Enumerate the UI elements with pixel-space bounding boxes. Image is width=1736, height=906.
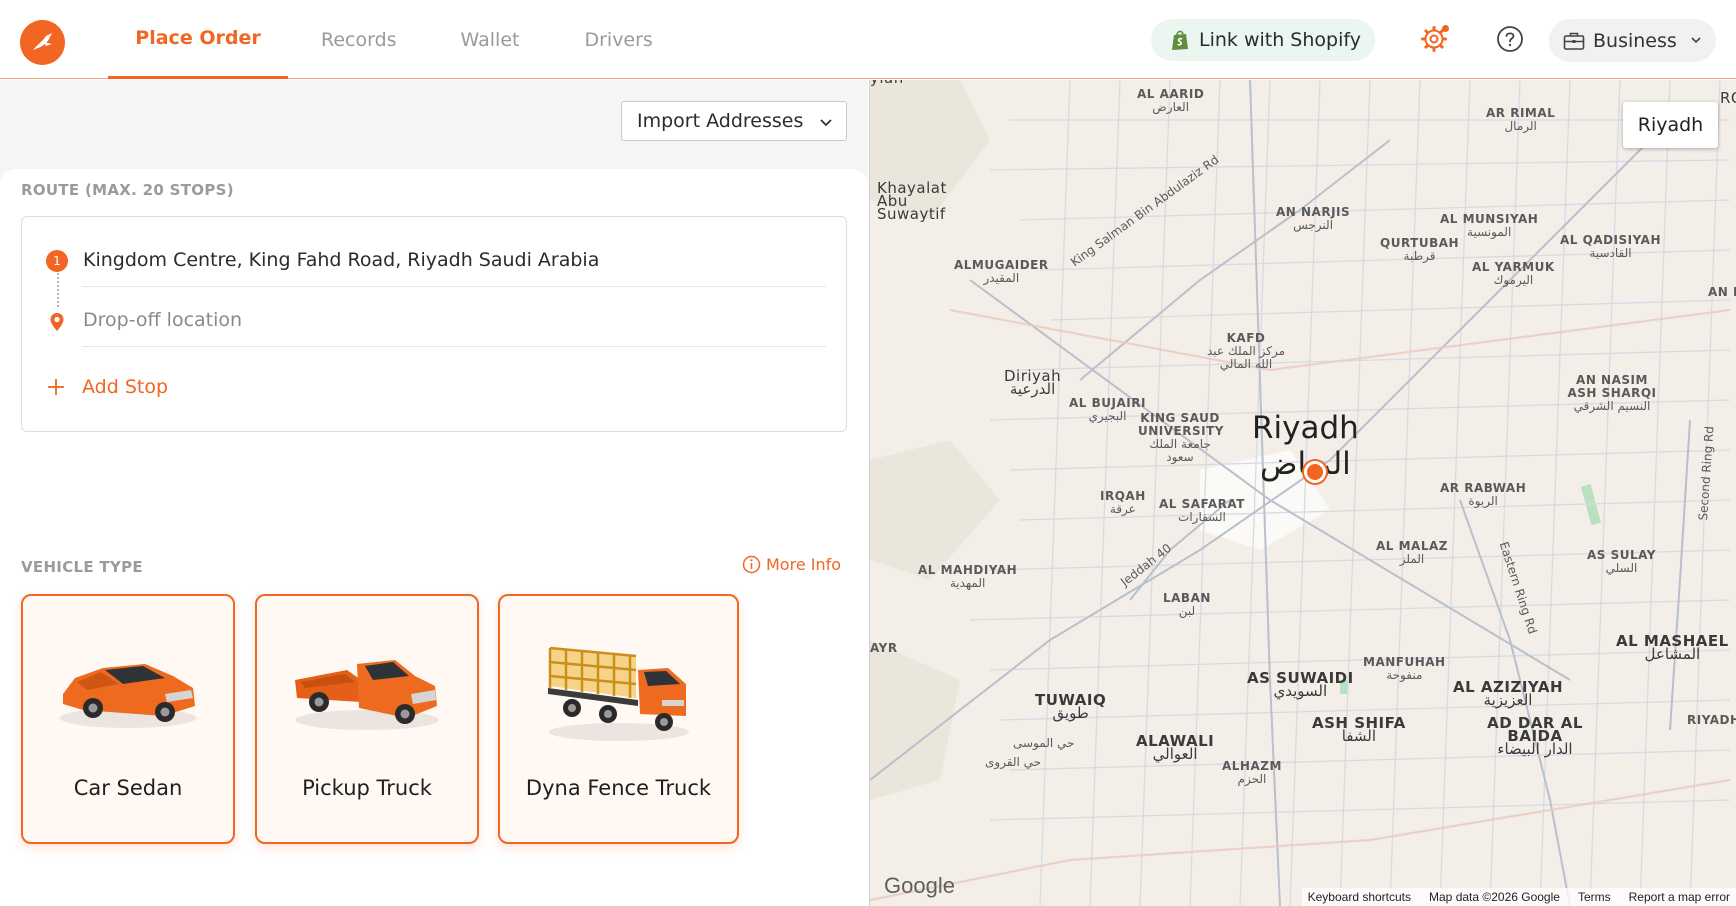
keyboard-shortcuts-link[interactable]: Keyboard shortcuts [1308,890,1411,904]
top-bar: Place Order Records Wallet Drivers Link … [0,0,1736,79]
map-label: AR RIMAL الرمال [1486,106,1556,133]
map-label: ALMUGAIDER المقيدر [954,258,1049,285]
pickup-location-marker[interactable] [1304,461,1326,483]
shopify-bag-icon [1172,30,1188,50]
dyna-fence-truck-image [500,636,737,746]
vehicle-card-car-sedan[interactable]: Car Sedan [21,594,235,844]
order-panel: Import Addresses ROUTE (MAX. 20 STOPS) 1… [0,80,868,906]
pickup-address[interactable]: Kingdom Centre, King Fahd Road, Riyadh S… [83,249,599,271]
map-label: AL QADISIYAH القادسية [1560,233,1662,260]
map-data-text: Map data ©2026 Google [1429,890,1560,904]
map-view[interactable]: AL AARID العارض AR RIMAL الرمال Khayalat A… [869,80,1736,906]
vehicle-name: Dyna Fence Truck [525,776,712,800]
google-logo: Google [884,873,955,898]
chevron-down-icon [1691,37,1701,44]
map-label: MANFUHAH منفوحة [1363,655,1446,682]
info-icon [742,555,761,574]
map-label: AD DAR AL BAIDA الدار البيضاء [1487,714,1583,758]
main-nav: Place Order Records Wallet Drivers [108,0,653,79]
bird-logo-icon[interactable] [20,20,65,65]
import-addresses-dropdown[interactable]: Import Addresses [621,101,847,141]
map-attribution: Keyboard shortcuts Map data ©2026 Google… [1301,888,1736,906]
add-stop-label: Add Stop [82,376,169,398]
map-roads [870,80,1736,906]
map-label: Khayalat Abu Suwaytif [877,179,947,223]
map-label: AYR [870,641,898,655]
map-label: ALAWALI العوالي [1136,732,1215,763]
tab-wallet[interactable]: Wallet [461,0,520,79]
map-label: AL BUJAIRI البجيري [1069,396,1146,423]
stop-row[interactable]: 1 Kingdom Centre, King Fahd Road, Riyadh… [22,229,848,287]
report-map-error-link[interactable]: Report a map error [1629,890,1730,904]
more-info-link[interactable]: More Info [742,555,841,574]
vehicle-name: Pickup Truck [302,776,432,800]
tab-drivers[interactable]: Drivers [584,0,652,79]
map-label: AN NARJIS النرجس [1276,205,1351,232]
link-shopify-button[interactable]: Link with Shopify [1151,19,1375,61]
pickup-truck-image [257,636,477,746]
shopify-label: Link with Shopify [1199,29,1361,51]
stop-number-badge: 1 [46,250,68,272]
map-label: AR RABWAH الربوة [1440,481,1527,508]
account-switcher[interactable]: Business [1549,19,1716,62]
map-label: حي الموسى [1013,736,1075,750]
notification-dot [1442,25,1449,32]
location-pin-icon [50,313,64,331]
map-label: ASH SHIFA الشفا [1312,714,1406,745]
route-box: 1 Kingdom Centre, King Fahd Road, Riyadh… [21,216,847,432]
tab-place-order[interactable]: Place Order [108,0,288,79]
vehicle-card-dyna-fence-truck[interactable]: Dyna Fence Truck [498,594,739,844]
map-label: AS SULAY السلي [1587,548,1656,575]
map-label: QURTUBAH قرطبة [1380,236,1460,263]
divider [82,286,826,287]
vehicle-section-label: VEHICLE TYPE [21,558,143,576]
account-label: Business [1593,29,1677,52]
map-label: RIYADH INDUSTR [1687,713,1736,727]
stop-row[interactable]: Drop-off location [22,289,848,347]
chevron-down-icon [820,119,832,127]
map-label: AL SAFARAT السفارات [1159,497,1245,524]
map-label: RQ [1720,89,1736,107]
map-label: AL MAHDIYAH المهدية [918,563,1018,590]
city-selector-button[interactable]: Riyadh [1623,102,1718,148]
vehicle-card-pickup-truck[interactable]: Pickup Truck [255,594,479,844]
route-section-label: ROUTE (MAX. 20 STOPS) [21,181,234,199]
divider [82,346,826,347]
map-label: LABAN لبن [1163,591,1211,618]
map-label: TUWAIQ طويق [1035,691,1107,722]
map-label: ALHAZM الحزم [1222,759,1282,786]
map-label: AL MALAZ الملز [1376,539,1448,566]
help-icon[interactable] [1496,25,1524,53]
gear-icon[interactable] [1419,24,1449,54]
tab-records[interactable]: Records [321,0,397,79]
more-info-label: More Info [766,555,842,574]
briefcase-icon [1563,32,1585,50]
map-label: IRQAH عرقة [1100,489,1146,516]
dropoff-location-input[interactable]: Drop-off location [83,309,242,331]
map-label: حي القروى [985,755,1042,769]
map-label: ylah [870,80,904,86]
map-label: KAFD مركز الملك عبد الله المالي [1206,331,1286,371]
map-label: AL AARID العارض [1137,87,1205,114]
import-addresses-label: Import Addresses [637,110,804,132]
map-label: AS SUWAIDI السويدي [1247,669,1354,700]
terms-link[interactable]: Terms [1578,890,1611,904]
map-label: AL MASHAEL المشاعل [1616,632,1729,663]
map-label: AL AZIZIYAH العزيزية [1453,678,1564,709]
map-label: KING SAUD UNIVERSITY جامعة الملك سعود [1138,411,1224,464]
map-label: AN NASIM ASH SHARQI النسيم الشرقي [1567,373,1657,413]
vehicle-name: Car Sedan [73,776,183,800]
map-label: AN N [1708,285,1736,299]
plus-icon [48,379,64,395]
car-sedan-image [23,636,233,746]
add-stop-button[interactable]: Add Stop [46,376,168,398]
map-label: AL YARMUK اليرموك [1472,260,1555,287]
map-label: Diriyah الدرعية [1004,367,1062,398]
